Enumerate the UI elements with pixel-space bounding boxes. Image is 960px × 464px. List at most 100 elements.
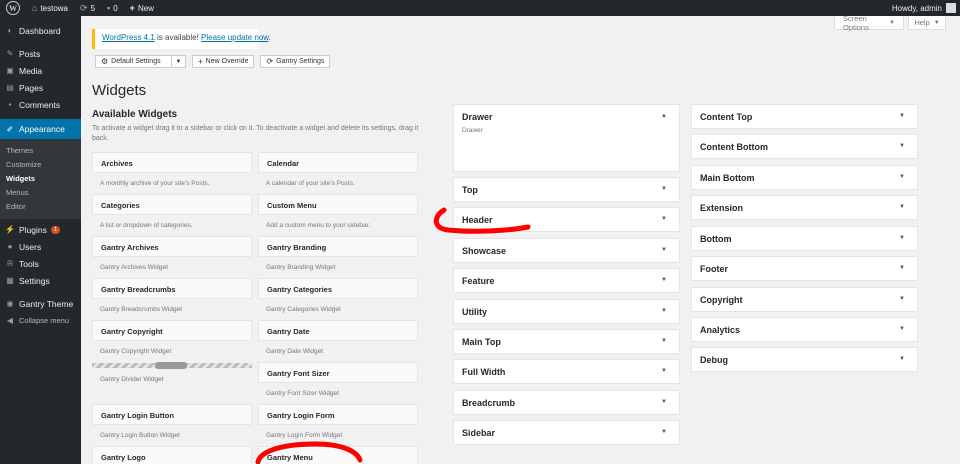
chevron-down-icon: ▼ <box>933 19 940 26</box>
widget-description: Gantry Copyright Widget <box>100 348 172 355</box>
sidebar-analytics[interactable]: Analytics ▼ <box>691 317 918 342</box>
screen-meta-links: Screen Options ▼ Help ▼ <box>834 14 946 32</box>
submenu-customize[interactable]: Customize <box>0 157 81 171</box>
plugin-icon: ⚡ <box>5 225 15 234</box>
widget-description: Gantry Login Button Widget <box>100 432 180 439</box>
default-settings-select[interactable]: ⚙ Default Settings ▼ <box>95 55 186 68</box>
sidebar-footer[interactable]: Footer ▼ <box>691 256 918 281</box>
sidebar-copyright[interactable]: Copyright ▼ <box>691 287 918 312</box>
menu-appearance[interactable]: ✐ Appearance <box>0 119 81 139</box>
chevron-down-icon: ▼ <box>889 19 895 26</box>
widget-description: Gantry Breadcrumbs Widget <box>100 306 183 313</box>
widget-categories[interactable]: Categories <box>92 194 252 215</box>
widget-archives[interactable]: Archives <box>92 152 252 173</box>
appearance-submenu: Themes Customize Widgets Menus Editor <box>0 139 81 219</box>
menu-gantry-theme[interactable]: ◉ Gantry Theme <box>0 295 81 312</box>
chevron-down-icon[interactable]: ▼ <box>899 326 905 332</box>
widget-gantry-logo[interactable]: Gantry Logo <box>92 446 252 464</box>
sidebar-full-width[interactable]: Full Width ▼ <box>453 359 680 384</box>
menu-tools[interactable]: ✇ Tools <box>0 255 81 272</box>
new-content-link[interactable]: + New <box>124 0 160 16</box>
sidebar-debug[interactable]: Debug ▼ <box>691 347 918 372</box>
wordpress-logo-icon: W <box>6 1 20 15</box>
sidebar-main-top[interactable]: Main Top ▼ <box>453 329 680 354</box>
submenu-themes[interactable]: Themes <box>0 143 81 157</box>
my-account[interactable]: Howdy, admin <box>892 3 960 13</box>
menu-dashboard[interactable]: ◐ Dashboard <box>0 22 81 39</box>
chevron-down-icon[interactable]: ▼ <box>899 296 905 302</box>
chevron-down-icon[interactable]: ▼ <box>899 356 905 362</box>
menu-settings[interactable]: ▦ Settings <box>0 272 81 289</box>
menu-users[interactable]: ● Users <box>0 238 81 255</box>
widget-gantry-branding[interactable]: Gantry Branding <box>258 236 418 257</box>
chevron-down-icon[interactable]: ▼ <box>661 399 667 405</box>
gantry-settings-button[interactable]: ⟳ Gantry Settings <box>260 55 331 68</box>
widget-gantry-font-sizer[interactable]: Gantry Font Sizer <box>258 362 418 383</box>
chevron-down-icon[interactable]: ▼ <box>661 429 667 435</box>
submenu-menus[interactable]: Menus <box>0 185 81 199</box>
screen-options-button[interactable]: Screen Options ▼ <box>834 14 904 32</box>
menu-posts[interactable]: ✎ Posts <box>0 45 81 62</box>
widget-description: Gantry Font Sizer Widget <box>266 390 339 397</box>
collapse-icon: ◀ <box>6 316 14 325</box>
drag-handle[interactable] <box>155 362 187 369</box>
widget-calendar[interactable]: Calendar <box>258 152 418 173</box>
menu-plugins[interactable]: ⚡ Plugins 1 <box>0 221 81 238</box>
chevron-down-icon[interactable]: ▼ <box>661 368 667 374</box>
chevron-down-icon[interactable]: ▼ <box>899 174 905 180</box>
sidebar-content-bottom[interactable]: Content Bottom ▼ <box>691 134 918 159</box>
sidebar-header[interactable]: Header ▼ <box>453 207 680 232</box>
chevron-down-icon[interactable]: ▼ <box>899 113 905 119</box>
chevron-down-icon[interactable]: ▼ <box>899 235 905 241</box>
widget-gantry-categories[interactable]: Gantry Categories <box>258 278 418 299</box>
updates-link[interactable]: ⟳ 5 <box>74 0 101 16</box>
submenu-editor[interactable]: Editor <box>0 199 81 213</box>
menu-pages[interactable]: ▤ Pages <box>0 79 81 96</box>
widget-gantry-date[interactable]: Gantry Date <box>258 320 418 341</box>
sidebar-breadcrumb[interactable]: Breadcrumb ▼ <box>453 390 680 415</box>
gantry-toolbar: ⚙ Default Settings ▼ + New Override ⟳ Gantr… <box>95 55 331 68</box>
collapse-menu-button[interactable]: ◀ Collapse menu <box>0 312 81 329</box>
new-override-button[interactable]: + New Override <box>192 55 255 68</box>
widget-description: Gantry Categories Widget <box>266 306 341 313</box>
sidebar-feature[interactable]: Feature ▼ <box>453 268 680 293</box>
wordpress-version-link[interactable]: WordPress 4.1 <box>102 33 155 42</box>
comments-link[interactable]: ▪ 0 <box>101 0 124 16</box>
sidebar-content-top[interactable]: Content Top ▼ <box>691 104 918 129</box>
widget-gantry-archives[interactable]: Gantry Archives <box>92 236 252 257</box>
sidebar-sidebar[interactable]: Sidebar ▼ <box>453 420 680 445</box>
chevron-down-icon[interactable]: ▼ <box>661 277 667 283</box>
chevron-down-icon[interactable]: ▼ <box>899 204 905 210</box>
chevron-down-icon[interactable]: ▼ <box>661 216 667 222</box>
sidebar-bottom[interactable]: Bottom ▼ <box>691 226 918 251</box>
sidebar-main-bottom[interactable]: Main Bottom ▼ <box>691 165 918 190</box>
chevron-up-icon[interactable]: ▲ <box>661 113 667 119</box>
site-name-link[interactable]: ⌂ testowa <box>26 0 74 16</box>
widget-gantry-login-button[interactable]: Gantry Login Button <box>92 404 252 425</box>
sidebar-utility[interactable]: Utility ▼ <box>453 299 680 324</box>
sidebar-showcase[interactable]: Showcase ▼ <box>453 238 680 263</box>
chevron-down-icon[interactable]: ▼ <box>899 143 905 149</box>
admin-menu: ◐ Dashboard ✎ Posts ▣ Media ▤ Pages ▪ Comment… <box>0 16 81 464</box>
chevron-down-icon[interactable]: ▼ <box>661 308 667 314</box>
chevron-down-icon[interactable]: ▼ <box>661 186 667 192</box>
wp-logo-menu[interactable]: W <box>0 0 26 16</box>
chevron-down-icon[interactable]: ▼ <box>899 265 905 271</box>
update-now-link[interactable]: Please update now <box>201 33 269 42</box>
widget-description: Gantry Branding Widget <box>266 264 336 271</box>
widget-gantry-divider[interactable] <box>92 362 252 369</box>
menu-comments[interactable]: ▪ Comments <box>0 96 81 113</box>
sidebar-drawer[interactable]: Drawer Drawer ▲ <box>453 104 680 172</box>
widget-gantry-copyright[interactable]: Gantry Copyright <box>92 320 252 341</box>
widget-gantry-menu[interactable]: Gantry Menu <box>258 446 418 464</box>
chevron-down-icon[interactable]: ▼ <box>661 247 667 253</box>
widget-custom-menu[interactable]: Custom Menu <box>258 194 418 215</box>
submenu-widgets[interactable]: Widgets <box>0 171 81 185</box>
chevron-down-icon[interactable]: ▼ <box>661 338 667 344</box>
widget-gantry-breadcrumbs[interactable]: Gantry Breadcrumbs <box>92 278 252 299</box>
sidebar-extension[interactable]: Extension ▼ <box>691 195 918 220</box>
sidebar-top[interactable]: Top ▼ <box>453 177 680 202</box>
menu-media[interactable]: ▣ Media <box>0 62 81 79</box>
help-button[interactable]: Help ▼ <box>908 16 946 30</box>
widget-gantry-login-form[interactable]: Gantry Login Form <box>258 404 418 425</box>
